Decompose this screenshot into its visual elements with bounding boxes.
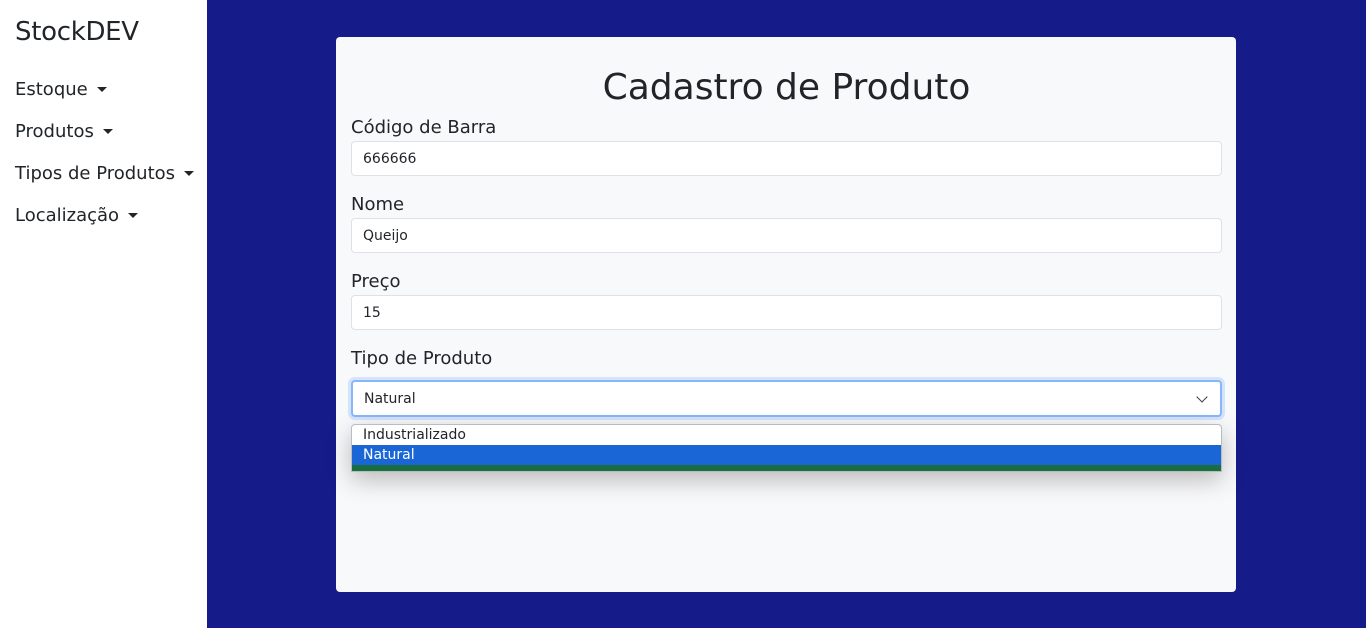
product-type-selected-value: Natural xyxy=(364,390,416,407)
option-industrializado[interactable]: Industrializado xyxy=(352,425,1221,445)
option-natural[interactable]: Natural xyxy=(352,445,1221,465)
product-type-dropdown: Industrializado Natural xyxy=(351,424,1222,472)
sidebar-item-produtos[interactable]: Produtos xyxy=(15,110,207,152)
name-input[interactable]: Queijo xyxy=(351,218,1222,253)
caret-down-icon xyxy=(128,212,139,218)
product-type-label: Tipo de Produto xyxy=(351,348,493,369)
price-input[interactable]: 15 xyxy=(351,295,1222,330)
brand-logo[interactable]: StockDEV xyxy=(15,14,207,50)
page-title: Cadastro de Produto xyxy=(602,67,971,108)
name-group: Nome Queijo xyxy=(351,192,1222,253)
product-form-card: Cadastro de Produto Código de Barra 6666… xyxy=(336,37,1236,592)
barcode-input[interactable]: 666666 xyxy=(351,141,1222,176)
submit-button-edge[interactable] xyxy=(352,465,1221,471)
price-group: Preço 15 xyxy=(351,269,1222,330)
sidebar-item-estoque[interactable]: Estoque xyxy=(15,68,207,110)
sidebar-item-label: Tipos de Produtos xyxy=(15,162,176,184)
product-type-select[interactable]: Natural xyxy=(351,380,1222,417)
name-label: Nome xyxy=(351,194,405,215)
sidebar-item-label: Estoque xyxy=(15,78,88,100)
sidebar-item-tipos-de-produtos[interactable]: Tipos de Produtos xyxy=(15,152,207,194)
caret-down-icon xyxy=(96,86,107,92)
caret-down-icon xyxy=(102,128,113,134)
price-label: Preço xyxy=(351,271,401,292)
sidebar-item-label: Produtos xyxy=(15,120,94,142)
sidebar: StockDEV Estoque Produtos Tipos de Produ… xyxy=(0,0,207,628)
product-type-group: Tipo de Produto Natural xyxy=(351,346,1222,417)
sidebar-nav: Estoque Produtos Tipos de Produtos Local… xyxy=(15,68,207,236)
barcode-label: Código de Barra xyxy=(351,117,497,138)
barcode-group: Código de Barra 666666 xyxy=(351,115,1222,176)
sidebar-item-localizacao[interactable]: Localização xyxy=(15,194,207,236)
caret-down-icon xyxy=(184,170,195,176)
chevron-down-icon xyxy=(1196,390,1208,403)
main-area: Cadastro de Produto Código de Barra 6666… xyxy=(207,0,1366,628)
sidebar-item-label: Localização xyxy=(15,204,120,226)
